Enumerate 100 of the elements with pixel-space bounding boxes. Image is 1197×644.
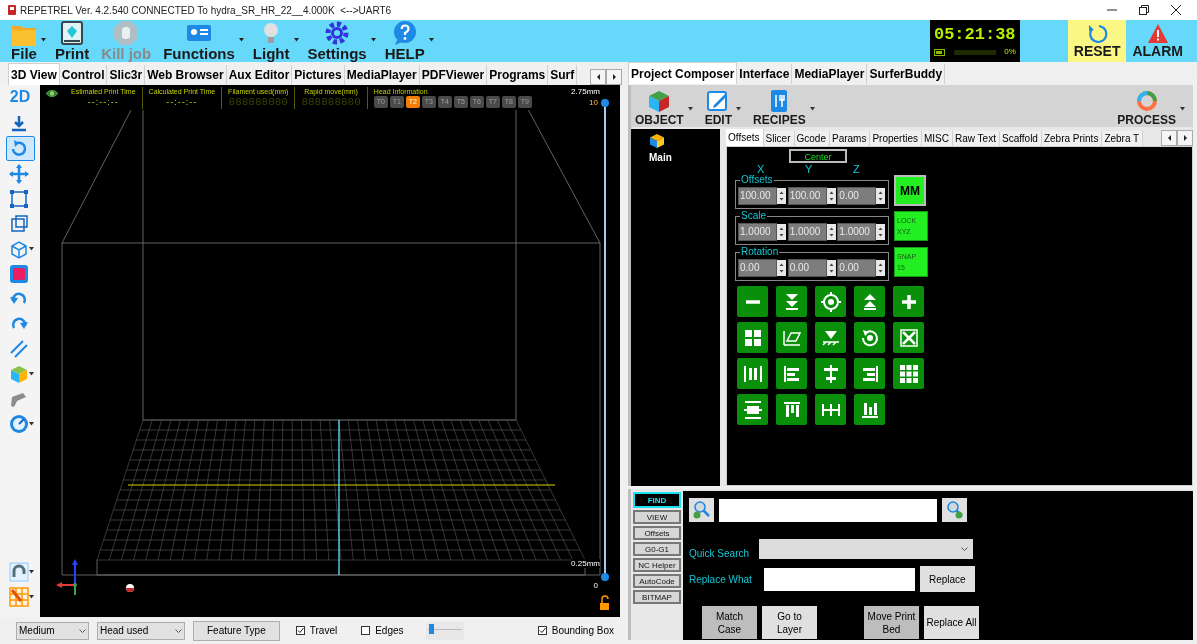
tab[interactable]: MediaPlayer bbox=[344, 65, 420, 85]
dropdown[interactable]: Head used bbox=[97, 621, 185, 640]
toolbar-button[interactable]: HELP bbox=[381, 19, 428, 62]
tool-button[interactable] bbox=[776, 322, 807, 353]
toggle-button[interactable]: MM bbox=[894, 175, 926, 206]
tab[interactable]: Aux Editor bbox=[226, 65, 293, 85]
slider-thumb[interactable] bbox=[601, 99, 609, 107]
scroll-right-button[interactable] bbox=[1177, 130, 1193, 146]
action-button[interactable]: Match Case bbox=[702, 606, 757, 639]
toolbar-button[interactable]: Functions bbox=[160, 19, 238, 62]
dropdown[interactable] bbox=[759, 538, 974, 559]
search-button[interactable] bbox=[689, 498, 714, 522]
tab[interactable]: Control bbox=[59, 65, 108, 85]
tab[interactable]: Slic3r bbox=[107, 65, 146, 85]
toolbar-button[interactable]: OBJECT bbox=[631, 87, 688, 127]
tool-button[interactable] bbox=[815, 322, 846, 353]
tool-button[interactable] bbox=[737, 358, 768, 389]
toolbar-button[interactable]: Settings bbox=[304, 19, 370, 62]
action-button[interactable]: Go to Layer bbox=[762, 606, 817, 639]
tool-button[interactable] bbox=[776, 358, 807, 389]
side-tab[interactable]: G0-G1 bbox=[633, 542, 681, 556]
search-field[interactable] bbox=[719, 498, 937, 522]
tab[interactable]: Programs bbox=[487, 65, 549, 85]
tool-button[interactable] bbox=[815, 394, 846, 425]
tool-button[interactable] bbox=[737, 286, 768, 317]
tool-button[interactable] bbox=[737, 394, 768, 425]
scroll-left-button[interactable] bbox=[590, 69, 606, 85]
tool-button[interactable] bbox=[776, 394, 807, 425]
tool-button[interactable] bbox=[815, 286, 846, 317]
side-tab[interactable]: NC Helper bbox=[633, 558, 681, 572]
toolbar-button[interactable]: Print bbox=[52, 19, 93, 62]
tab[interactable]: Project Composer bbox=[628, 62, 738, 84]
slider-thumb[interactable] bbox=[601, 573, 609, 581]
number-field[interactable]: 0.00 bbox=[837, 186, 877, 205]
lock-icon[interactable] bbox=[600, 595, 609, 610]
tab[interactable]: Gcode bbox=[794, 131, 830, 146]
number-field[interactable]: 0.00 bbox=[837, 258, 877, 277]
checkbox[interactable] bbox=[295, 626, 305, 635]
tab[interactable]: Surf bbox=[548, 65, 578, 85]
side-tab[interactable]: VIEW bbox=[633, 510, 681, 524]
tool-button[interactable] bbox=[815, 358, 846, 389]
side-tab[interactable]: FIND bbox=[633, 492, 681, 508]
tool-button[interactable] bbox=[854, 322, 885, 353]
search-button[interactable] bbox=[942, 498, 967, 522]
toolbar-button[interactable]: Light bbox=[249, 19, 293, 62]
align-middle-icon bbox=[741, 398, 764, 421]
toolbar-button[interactable]: File bbox=[8, 19, 40, 62]
number-field[interactable]: 0.00 bbox=[787, 258, 827, 277]
tool-button[interactable] bbox=[776, 286, 807, 317]
tool-button[interactable] bbox=[854, 358, 885, 389]
replace-button[interactable]: Replace bbox=[919, 566, 975, 592]
tab[interactable]: Web Browser bbox=[145, 65, 227, 85]
tool-button[interactable] bbox=[893, 286, 924, 317]
toolbar-button[interactable]: RECIPES bbox=[749, 87, 810, 127]
checkbox[interactable] bbox=[361, 626, 371, 635]
number-field[interactable]: 0.00 bbox=[738, 258, 777, 277]
replace-field[interactable] bbox=[763, 567, 915, 591]
opacity-slider[interactable] bbox=[425, 621, 464, 640]
action-button[interactable]: Move Print Bed bbox=[864, 606, 919, 639]
slider-thumb[interactable] bbox=[428, 623, 434, 634]
side-tab[interactable]: Offsets bbox=[633, 526, 681, 540]
tab[interactable]: Offsets bbox=[726, 129, 764, 146]
number-field[interactable]: 1.0000 bbox=[787, 222, 827, 241]
center-button[interactable]: Center bbox=[789, 149, 847, 163]
tool-button[interactable] bbox=[854, 394, 885, 425]
checkbox[interactable] bbox=[537, 626, 547, 635]
tab[interactable]: PDFViewer bbox=[419, 65, 488, 85]
number-field[interactable]: 1.0000 bbox=[837, 222, 877, 241]
tab[interactable]: SurferBuddy bbox=[867, 64, 946, 84]
tab[interactable]: 3D View bbox=[8, 63, 60, 85]
tab[interactable]: Params bbox=[830, 131, 871, 146]
tab[interactable]: MediaPlayer bbox=[792, 64, 868, 84]
tab[interactable]: MISC bbox=[922, 131, 953, 146]
toolbar-button[interactable]: EDIT bbox=[700, 87, 737, 127]
feature-type-button[interactable]: Feature Type bbox=[193, 620, 280, 641]
tab[interactable]: Zebra Prints bbox=[1041, 131, 1103, 146]
tab[interactable]: Interface bbox=[737, 64, 793, 84]
tool-button[interactable] bbox=[737, 322, 768, 353]
number-field[interactable]: 100.00 bbox=[738, 186, 777, 205]
tab[interactable]: Scaffold bbox=[999, 131, 1042, 146]
tab[interactable]: Raw Text bbox=[953, 131, 1000, 146]
tab[interactable]: Slicer bbox=[763, 131, 795, 146]
tool-button[interactable] bbox=[893, 358, 924, 389]
tool-button[interactable] bbox=[854, 286, 885, 317]
tab[interactable]: Pictures bbox=[292, 65, 345, 85]
tool-button[interactable] bbox=[893, 322, 924, 353]
scroll-left-button[interactable] bbox=[1161, 130, 1177, 146]
side-tab[interactable]: AutoCode bbox=[633, 574, 681, 588]
number-field[interactable]: 100.00 bbox=[787, 186, 827, 205]
number-field[interactable]: 1.0000 bbox=[738, 222, 777, 241]
reset-button[interactable]: RESET bbox=[1067, 20, 1127, 62]
dropdown[interactable]: Medium bbox=[16, 621, 89, 640]
tool-button[interactable] bbox=[5, 136, 35, 161]
alarm-button[interactable]: ALARM bbox=[1126, 20, 1189, 62]
side-tab[interactable]: BITMAP bbox=[633, 590, 681, 604]
action-button[interactable]: Replace All bbox=[924, 606, 979, 639]
tab[interactable]: Zebra T bbox=[1102, 131, 1144, 146]
scroll-right-button[interactable] bbox=[606, 69, 622, 85]
toolbar-button[interactable]: PROCESS bbox=[1113, 87, 1180, 127]
tab[interactable]: Properties bbox=[870, 131, 922, 146]
